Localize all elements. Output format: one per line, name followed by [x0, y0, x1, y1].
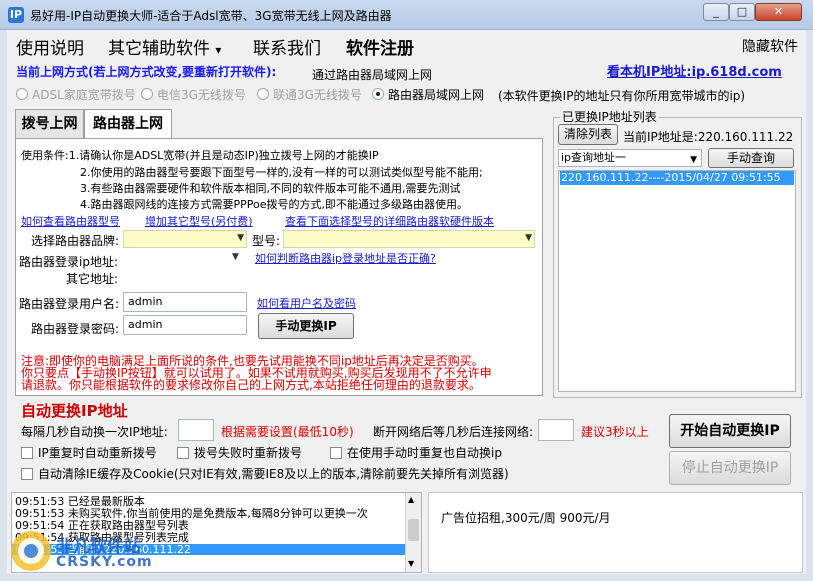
- radio-label: ADSL家庭宽带拨号: [32, 87, 136, 102]
- watermark-en: CRSKY.com: [56, 554, 153, 570]
- username-input[interactable]: admin: [123, 292, 247, 312]
- view-ip-link[interactable]: 看本机IP地址:ip.618d.com: [607, 61, 782, 80]
- menu-register[interactable]: 软件注册: [346, 34, 414, 59]
- radio-dot: [16, 88, 28, 100]
- interval-input[interactable]: [178, 419, 214, 441]
- brand-label: 选择路由器品牌:: [31, 234, 120, 248]
- username-label: 路由器登录用户名:: [19, 297, 120, 311]
- window-title: 易好用-IP自动更换大师-适合于Adsl宽带、3G宽带无线上网及路由器: [30, 9, 392, 23]
- checkbox-clear-cookie[interactable]: 自动清除IE缓存及Cookie(只对IE有效,需要IE8及以上的版本,清除前要先…: [21, 465, 509, 482]
- checkbox-label: 拨号失败时重新拨号: [194, 446, 303, 460]
- menu-other-tools-label: 其它辅助软件: [108, 39, 210, 59]
- dropdown-arrow-icon: ▼: [237, 233, 244, 243]
- chevron-down-icon: ▾: [215, 43, 222, 57]
- warning-line: 请退款。你只能根据软件的要求修改你自己的上网方式,本站拒绝任何理由的退款要求。: [21, 378, 481, 392]
- current-ip: 当前IP地址是:220.160.111.22: [623, 130, 794, 144]
- brand-select[interactable]: ▼: [123, 230, 247, 248]
- checkbox-box: [21, 446, 33, 459]
- checkbox-fail-redial[interactable]: 拨号失败时重新拨号: [177, 444, 302, 461]
- close-button[interactable]: ✕: [755, 3, 802, 21]
- ad-panel: [428, 492, 803, 573]
- login-ip-select[interactable]: ▼: [232, 252, 248, 268]
- dropdown-arrow-icon: ▼: [690, 155, 697, 165]
- checkbox-box: [177, 446, 189, 459]
- radio-telecom-3g[interactable]: 电信3G无线拨号: [141, 86, 246, 102]
- dropdown-arrow-icon: ▼: [232, 252, 239, 262]
- hide-software-button[interactable]: 隐藏软件: [742, 36, 798, 56]
- maximize-button[interactable]: □: [729, 3, 755, 21]
- crsky-watermark: 非凡软件站 CRSKY.com: [8, 528, 198, 576]
- checkbox-repeat-redial[interactable]: IP重复时自动重新拨号: [21, 444, 157, 461]
- model-select[interactable]: ▼: [283, 230, 535, 248]
- menu-contact[interactable]: 联系我们: [253, 34, 321, 59]
- radio-label: 联通3G无线拨号: [273, 87, 362, 102]
- ip-history-label: 已更换IP地址列表: [560, 108, 659, 125]
- checkbox-box: [21, 467, 33, 480]
- reconnect-hint: 建议3秒以上: [581, 425, 649, 439]
- reconnect-label: 断开网络后等几秒后连接网络:: [373, 425, 534, 439]
- radio-label: 路由器局域网上网: [388, 87, 485, 102]
- interval-hint: 根据需要设置(最低10秒): [221, 425, 354, 439]
- interval-label: 每隔几秒自动换一次IP地址:: [21, 425, 168, 439]
- checkbox-box: [330, 446, 342, 459]
- clear-list-button[interactable]: 清除列表: [558, 124, 618, 145]
- tab-dialup[interactable]: 拨号上网: [15, 109, 84, 138]
- start-auto-change-button[interactable]: 开始自动更换IP: [669, 414, 791, 448]
- view-credentials-link[interactable]: 如何看用户名及密码: [257, 295, 356, 311]
- scroll-up-icon[interactable]: ▲: [408, 495, 414, 504]
- other-address-label: 其它地址:: [66, 272, 119, 286]
- minimize-button[interactable]: _: [703, 3, 729, 21]
- checkbox-label: 自动清除IE缓存及Cookie(只对IE有效,需要IE8及以上的版本,清除前要先…: [38, 467, 509, 481]
- condition-line: 3.有些路由器需要硬件和软件版本相同,不同的软件版本可能不通用,需要先测试: [80, 182, 461, 195]
- tab-router[interactable]: 路由器上网: [84, 109, 172, 139]
- dropdown-arrow-icon: ▼: [525, 233, 532, 243]
- check-login-ip-link[interactable]: 如何判断路由器ip登录地址是否正确?: [255, 250, 436, 266]
- radio-dot: [372, 88, 384, 100]
- add-model-link[interactable]: 增加其它型号(另付费): [145, 213, 253, 229]
- condition-line: 使用条件:1.请确认你是ADSL宽带(并且是动态IP)独立拨号上网的才能换IP: [21, 149, 379, 162]
- auto-change-title: 自动更换IP地址: [21, 402, 128, 420]
- mode-note: (本软件更换IP的地址只有你所用宽带城市的ip): [498, 89, 746, 103]
- app-icon: IP: [8, 7, 24, 23]
- password-input[interactable]: admin: [123, 315, 247, 335]
- log-line: 09:51:53 已经是最新版本: [15, 495, 145, 508]
- checkbox-label: 在使用手动时重复也自动换ip: [347, 446, 502, 460]
- condition-line: 2.你使用的路由器型号要跟下面型号一样的,没有一样的可以测试类似型号能不能用;: [80, 166, 483, 179]
- manual-change-ip-button[interactable]: 手动更换IP: [258, 313, 354, 339]
- login-ip-label: 路由器登录ip地址:: [19, 255, 118, 269]
- checkbox-label: IP重复时自动重新拨号: [38, 446, 157, 460]
- radio-dot: [141, 88, 153, 100]
- radio-router-lan[interactable]: 路由器局域网上网: [372, 86, 484, 102]
- checkbox-manual-repeat[interactable]: 在使用手动时重复也自动换ip: [330, 444, 502, 461]
- radio-dot: [257, 88, 269, 100]
- model-detail-link[interactable]: 查看下面选择型号的详细路由器软硬件版本: [285, 213, 494, 229]
- scroll-thumb[interactable]: [408, 519, 419, 541]
- ip-history-list[interactable]: [558, 170, 796, 392]
- manual-query-button[interactable]: 手动查询: [708, 148, 794, 168]
- log-line: 09:51:53 未购买软件,你当前使用的是免费版本,每隔8分钟可以更换一次: [15, 507, 368, 520]
- network-mode-label: 当前上网方式(若上网方式改变,要重新打开软件):: [16, 65, 277, 79]
- radio-adsl[interactable]: ADSL家庭宽带拨号: [16, 86, 136, 102]
- password-label: 路由器登录密码:: [31, 322, 120, 336]
- radio-unicom-3g[interactable]: 联通3G无线拨号: [257, 86, 362, 102]
- ad-text: 广告位招租,300元/周 900元/月: [441, 511, 611, 525]
- log-scrollbar[interactable]: ▲ ▼: [405, 493, 421, 572]
- radio-label: 电信3G无线拨号: [157, 87, 246, 102]
- query-address-value: ip查询地址一: [561, 151, 627, 164]
- view-router-model-link[interactable]: 如何查看路由器型号: [21, 213, 120, 229]
- menu-other-tools[interactable]: 其它辅助软件 ▾: [108, 34, 221, 59]
- network-mode-value: 通过路由器局域网上网: [312, 68, 433, 82]
- list-item[interactable]: 220.160.111.22----2015/04/27 09:51:55: [560, 171, 794, 185]
- scroll-down-icon[interactable]: ▼: [408, 559, 414, 568]
- menu-help[interactable]: 使用说明: [16, 34, 84, 59]
- query-address-select[interactable]: ip查询地址一 ▼: [558, 149, 702, 167]
- model-label: 型号:: [252, 234, 281, 248]
- stop-auto-change-button[interactable]: 停止自动更换IP: [669, 451, 791, 485]
- reconnect-input[interactable]: [538, 419, 574, 441]
- condition-line: 4.路由器跟网线的连接方式需要PPPoe拨号的方式,即不能通过多级路由器使用。: [80, 198, 468, 211]
- crsky-logo-icon: [11, 531, 51, 571]
